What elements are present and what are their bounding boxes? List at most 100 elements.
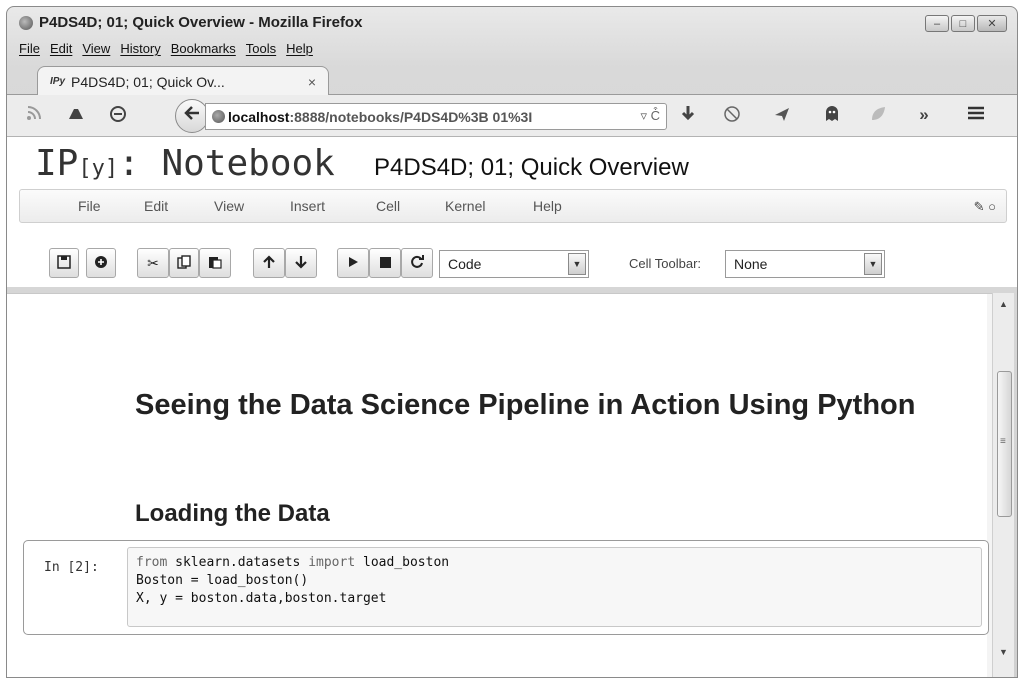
chevron-down-icon: ▼ <box>568 253 586 275</box>
nb-menu-help[interactable]: Help <box>533 198 562 214</box>
nb-menu-file[interactable]: File <box>78 198 101 214</box>
window-title: P4DS4D; 01; Quick Overview - Mozilla Fir… <box>39 14 363 31</box>
menu-help[interactable]: Help <box>286 41 313 56</box>
back-arrow-icon <box>183 105 201 127</box>
shield-icon[interactable] <box>107 105 129 128</box>
scrollbar-thumb[interactable]: ≡ <box>997 371 1012 517</box>
maximize-button[interactable]: □ <box>951 15 975 32</box>
code-line-2: Boston = load_boston() <box>136 573 309 588</box>
rss-icon[interactable] <box>23 105 45 126</box>
nb-menu-kernel[interactable]: Kernel <box>445 198 485 214</box>
tab-notebook[interactable]: IPy P4DS4D; 01; Quick Ov... × <box>37 66 329 96</box>
tab-label: P4DS4D; 01; Quick Ov... <box>71 73 225 90</box>
grip-icon: ≡ <box>1000 436 1006 447</box>
code-line-1: from sklearn.datasets import load_boston <box>136 554 973 572</box>
browser-window: P4DS4D; 01; Quick Overview - Mozilla Fir… <box>6 6 1018 678</box>
menu-tools[interactable]: Tools <box>246 41 276 56</box>
send-icon[interactable] <box>771 105 793 128</box>
restart-kernel-button[interactable] <box>401 248 433 278</box>
menu-history[interactable]: History <box>120 41 160 56</box>
code-text: sklearn.datasets <box>167 555 309 570</box>
notebook-toolbar: ✂ Code ▼ Cell Toolbar: None ▼ <box>7 239 1017 287</box>
move-down-button[interactable] <box>285 248 317 278</box>
nb-menu-view[interactable]: View <box>214 198 244 214</box>
logo-notebook: : Notebook <box>118 143 335 184</box>
window-controls: – □ ✕ <box>925 15 1007 32</box>
arrow-up-icon <box>262 254 276 272</box>
cell-prompt: In [2]: <box>44 560 99 575</box>
ipython-notebook-logo[interactable]: IP[y]: Notebook <box>35 143 335 184</box>
scissors-icon: ✂ <box>147 254 159 271</box>
browser-menubar: File Edit View History Bookmarks Tools H… <box>19 41 313 56</box>
menu-bookmarks[interactable]: Bookmarks <box>171 41 236 56</box>
play-icon <box>347 255 359 271</box>
refresh-icon <box>410 254 424 272</box>
notebook-header: IP[y]: Notebook P4DS4D; 01; Quick Overvi… <box>7 137 1017 239</box>
logo-ip: IP <box>35 143 79 184</box>
back-button[interactable] <box>175 99 209 133</box>
navigation-toolbar: localhost:8888/notebooks/P4DS4D%3B 01%3I… <box>7 95 1017 137</box>
logo-y: [y] <box>78 156 119 181</box>
scroll-up-icon[interactable]: ▲ <box>999 299 1008 309</box>
chevron-down-icon: ▼ <box>864 253 882 275</box>
code-keyword: import <box>308 555 356 570</box>
cell-toolbar-label: Cell Toolbar: <box>629 256 702 271</box>
leaf-icon[interactable] <box>867 105 889 128</box>
notebook-page: Seeing the Data Science Pipeline in Acti… <box>7 294 989 677</box>
move-up-button[interactable] <box>253 248 285 278</box>
nb-menu-edit[interactable]: Edit <box>144 198 168 214</box>
cell-toolbar-value: None <box>734 256 768 272</box>
nb-menu-insert[interactable]: Insert <box>290 198 325 214</box>
site-info-icon[interactable] <box>212 110 225 123</box>
overflow-icon[interactable]: » <box>913 105 935 125</box>
code-keyword: from <box>136 555 168 570</box>
save-button[interactable] <box>49 248 79 278</box>
nb-menu-cell[interactable]: Cell <box>376 198 400 214</box>
paste-icon <box>208 255 222 272</box>
stop-icon <box>379 255 391 271</box>
markdown-heading-2: Loading the Data <box>135 500 330 527</box>
minimize-button[interactable]: – <box>925 15 949 32</box>
code-line-3: X, y = boston.data,boston.target <box>136 591 387 606</box>
menu-edit[interactable]: Edit <box>50 41 72 56</box>
notebook-content: Seeing the Data Science Pipeline in Acti… <box>7 293 997 677</box>
url-dropdown-reload-icon[interactable]: ▿ C͒ <box>634 108 660 124</box>
notebook-menubar: File Edit View Insert Cell Kernel Help ✎… <box>19 189 1007 223</box>
save-icon <box>57 254 71 272</box>
run-button[interactable] <box>337 248 369 278</box>
copy-icon <box>177 254 191 272</box>
cut-button[interactable]: ✂ <box>137 248 169 278</box>
cell-type-value: Code <box>448 256 482 272</box>
menu-view[interactable]: View <box>82 41 110 56</box>
url-host: localhost <box>228 108 290 125</box>
jupyter-icon[interactable] <box>65 105 87 126</box>
paste-button[interactable] <box>199 248 231 278</box>
code-text: load_boston <box>355 555 450 570</box>
arrow-down-icon <box>294 255 308 272</box>
interrupt-button[interactable] <box>369 248 401 278</box>
menu-file[interactable]: File <box>19 41 40 56</box>
ghost-icon[interactable] <box>821 105 843 128</box>
url-bar[interactable]: localhost:8888/notebooks/P4DS4D%3B 01%3I… <box>205 103 667 130</box>
close-window-button[interactable]: ✕ <box>977 15 1007 32</box>
ipython-favicon-icon: IPy <box>50 76 66 87</box>
code-editor[interactable]: from sklearn.datasets import load_boston… <box>127 547 982 627</box>
copy-button[interactable] <box>169 248 199 278</box>
insert-cell-button[interactable] <box>86 248 116 278</box>
markdown-heading-1: Seeing the Data Science Pipeline in Acti… <box>135 389 916 421</box>
plus-circle-icon <box>94 255 108 272</box>
hamburger-menu-icon[interactable] <box>965 105 987 126</box>
kernel-status-indicator: ✎ ○ <box>973 199 996 214</box>
cell-toolbar-select[interactable]: None ▼ <box>725 250 885 278</box>
code-cell[interactable]: In [2]: from sklearn.datasets import loa… <box>23 540 989 635</box>
download-icon[interactable] <box>677 105 699 128</box>
scroll-down-icon[interactable]: ▼ <box>999 647 1008 657</box>
tab-bar: IPy P4DS4D; 01; Quick Ov... × <box>7 59 1017 96</box>
cell-type-select[interactable]: Code ▼ <box>439 250 589 278</box>
blocker-icon[interactable] <box>721 105 743 128</box>
notebook-name[interactable]: P4DS4D; 01; Quick Overview <box>374 154 689 182</box>
title-bar: P4DS4D; 01; Quick Overview - Mozilla Fir… <box>7 7 1017 37</box>
vertical-scrollbar[interactable]: ▲ ≡ ▼ <box>992 293 1014 677</box>
url-path: :8888/notebooks/P4DS4D%3B 01%3I <box>289 108 533 125</box>
tab-close-icon[interactable]: × <box>308 74 316 90</box>
